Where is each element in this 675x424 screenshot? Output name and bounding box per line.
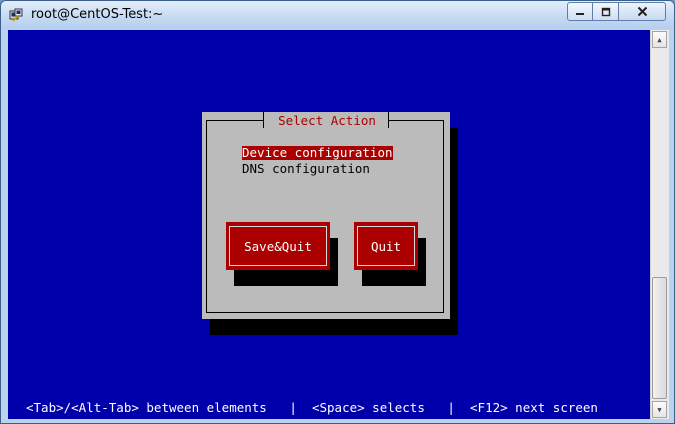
select-action-dialog: Select Action Device configuration DNS c… — [202, 112, 450, 319]
vertical-scrollbar[interactable]: ▲ ▼ — [650, 30, 669, 419]
dialog-title-box: Select Action — [263, 112, 389, 128]
quit-label: Quit — [370, 238, 402, 254]
minimize-icon — [576, 12, 584, 15]
terminal-window: root@CentOS-Test:~ Select Action Device … — [0, 0, 675, 424]
maximize-icon — [601, 7, 610, 16]
menu-item-device-configuration[interactable]: Device configuration — [242, 146, 393, 160]
title-bar[interactable]: root@CentOS-Test:~ — [1, 1, 674, 29]
minimize-button[interactable] — [567, 2, 593, 21]
scroll-thumb[interactable] — [652, 277, 667, 399]
terminal-screen[interactable]: Select Action Device configuration DNS c… — [8, 30, 650, 419]
down-arrow-icon: ▼ — [657, 405, 662, 414]
dialog-title: Select Action — [278, 113, 376, 128]
scroll-down-button[interactable]: ▼ — [652, 401, 667, 418]
save-quit-label: Save&Quit — [244, 238, 312, 254]
putty-icon — [9, 8, 23, 22]
status-help-bar: <Tab>/<Alt-Tab> between elements | <Spac… — [26, 400, 598, 415]
menu-item-dns-configuration[interactable]: DNS configuration — [242, 162, 370, 176]
window-title: root@CentOS-Test:~ — [31, 7, 164, 22]
save-quit-button[interactable]: Save&Quit — [226, 222, 330, 270]
close-button[interactable] — [619, 2, 666, 21]
maximize-button[interactable] — [593, 2, 619, 21]
up-arrow-icon: ▲ — [657, 35, 662, 44]
quit-button[interactable]: Quit — [354, 222, 418, 270]
close-icon — [637, 6, 647, 17]
scroll-up-button[interactable]: ▲ — [652, 31, 667, 48]
